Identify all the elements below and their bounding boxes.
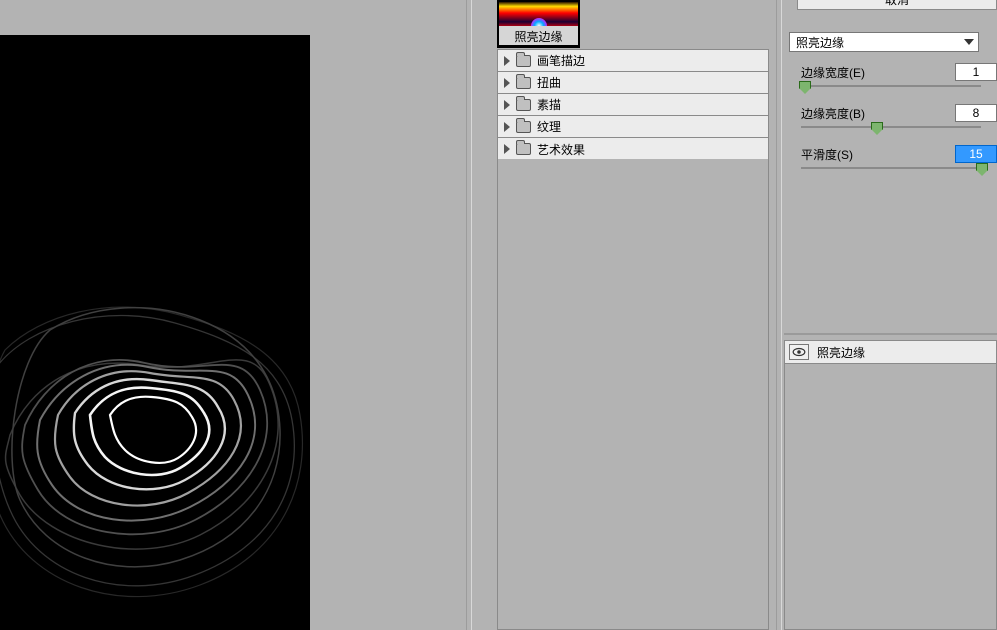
folder-label: 扭曲	[537, 74, 561, 91]
folder-row-artistic[interactable]: 艺术效果	[498, 138, 768, 160]
folder-label: 画笔描边	[537, 52, 585, 69]
dropdown-selected-label: 照亮边缘	[796, 34, 844, 51]
cancel-button-label: 取消	[885, 0, 909, 7]
cancel-button[interactable]: 取消	[797, 0, 997, 10]
visibility-eye-icon[interactable]	[789, 344, 809, 360]
effect-layer-row[interactable]: 照亮边缘	[784, 340, 997, 364]
preview-canvas[interactable]	[0, 35, 310, 630]
preview-top-margin	[0, 0, 310, 35]
param-edge-brightness-slider[interactable]	[801, 126, 981, 128]
slider-thumb-icon[interactable]	[871, 122, 883, 130]
effect-layer-empty-area	[784, 364, 997, 630]
expand-triangle-icon	[504, 56, 510, 66]
folder-row-distort[interactable]: 扭曲	[498, 72, 768, 94]
param-smoothness-slider[interactable]	[801, 167, 981, 169]
param-edge-width-input[interactable]	[955, 63, 997, 81]
expand-triangle-icon	[504, 144, 510, 154]
preview-glowing-edges-art	[0, 235, 310, 630]
right-panel-divider	[784, 333, 997, 335]
param-edge-brightness-row: 边缘亮度(B)	[801, 104, 997, 122]
param-edge-width-row: 边缘宽度(E)	[801, 63, 997, 81]
folder-icon	[516, 55, 531, 67]
expand-triangle-icon	[504, 78, 510, 88]
vertical-separator-1	[466, 0, 472, 630]
effect-layer-panel: 照亮边缘	[784, 340, 997, 630]
slider-thumb-icon[interactable]	[799, 81, 811, 89]
folder-icon	[516, 121, 531, 133]
param-smoothness-input[interactable]	[955, 145, 997, 163]
folder-label: 纹理	[537, 118, 561, 135]
expand-triangle-icon	[504, 122, 510, 132]
param-edge-width-label: 边缘宽度(E)	[801, 64, 865, 81]
vertical-separator-2	[776, 0, 782, 630]
filter-list-empty-area	[497, 159, 769, 630]
folder-row-brush-strokes[interactable]: 画笔描边	[498, 50, 768, 72]
effect-layer-name: 照亮边缘	[817, 344, 865, 361]
param-smoothness-row: 平滑度(S)	[801, 145, 997, 163]
folder-icon	[516, 77, 531, 89]
folder-row-texture[interactable]: 纹理	[498, 116, 768, 138]
param-edge-width-slider[interactable]	[801, 85, 981, 87]
param-smoothness-label: 平滑度(S)	[801, 146, 853, 163]
chevron-down-icon	[964, 39, 974, 45]
folder-row-sketch[interactable]: 素描	[498, 94, 768, 116]
folder-icon	[516, 99, 531, 111]
filter-category-list: 画笔描边 扭曲 素描 纹理 艺术效果	[497, 49, 769, 161]
param-edge-brightness-label: 边缘亮度(B)	[801, 105, 865, 122]
param-edge-brightness-input[interactable]	[955, 104, 997, 122]
folder-icon	[516, 143, 531, 155]
folder-label: 艺术效果	[537, 141, 585, 158]
filter-thumbnail-label: 照亮边缘	[497, 26, 580, 47]
expand-triangle-icon	[504, 100, 510, 110]
filter-select-dropdown[interactable]: 照亮边缘	[789, 32, 979, 52]
slider-thumb-icon[interactable]	[976, 163, 988, 171]
folder-label: 素描	[537, 96, 561, 113]
